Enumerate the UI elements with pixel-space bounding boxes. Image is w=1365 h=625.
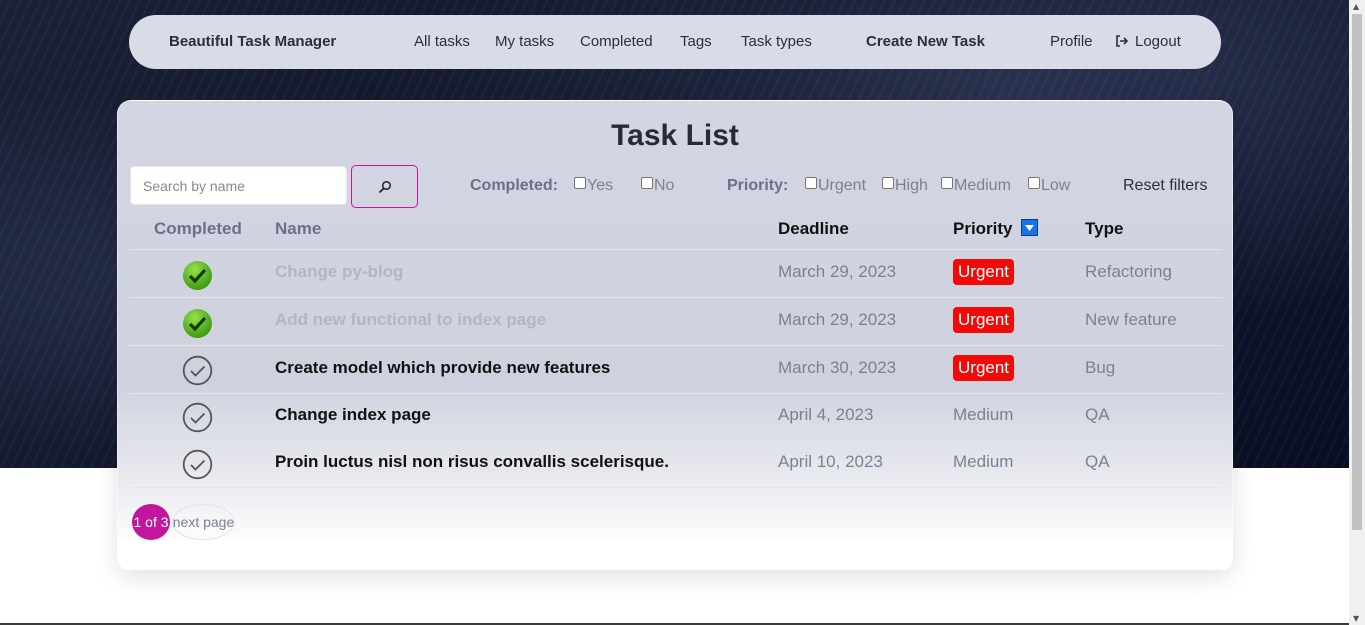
checkbox-no[interactable]: [641, 177, 653, 189]
search-input[interactable]: [130, 166, 347, 205]
column-name[interactable]: Name: [275, 219, 321, 239]
filter-completed-no[interactable]: No: [641, 177, 674, 195]
search-icon: [378, 180, 391, 193]
column-deadline[interactable]: Deadline: [778, 219, 849, 239]
task-deadline: April 10, 2023: [778, 452, 883, 471]
nav-all-tasks[interactable]: All tasks: [414, 33, 470, 50]
filter-priority-medium[interactable]: Medium: [941, 177, 1011, 195]
column-priority[interactable]: Priority: [953, 219, 1039, 239]
checkbox-urgent[interactable]: [805, 177, 817, 189]
incomplete-check-icon[interactable]: [182, 449, 213, 485]
filter-low-label: Low: [1041, 177, 1071, 194]
nav-my-tasks[interactable]: My tasks: [495, 33, 554, 50]
task-type: New feature: [1085, 310, 1177, 329]
table-divider: [129, 487, 1222, 488]
nav-profile[interactable]: Profile: [1050, 33, 1093, 50]
task-type: QA: [1085, 452, 1110, 471]
priority-filter: Priority:: [727, 177, 788, 195]
brand-link[interactable]: Beautiful Task Manager: [169, 33, 336, 50]
table-row: Proin luctus nisl non risus convallis sc…: [129, 440, 1222, 487]
priority-badge: Urgent: [953, 307, 1015, 333]
table-row: Change index page April 4, 2023 Medium Q…: [129, 393, 1222, 440]
pagination-current: 1 of 3: [132, 504, 170, 540]
task-name-link[interactable]: Create model which provide new features: [275, 358, 610, 378]
logout-label: Logout: [1135, 33, 1181, 50]
filter-medium-label: Medium: [954, 177, 1011, 194]
table-row: Add new functional to index page March 2…: [129, 297, 1222, 345]
table-row: Change py-blog March 29, 2023 Urgent Ref…: [129, 249, 1222, 297]
filter-no-label: No: [654, 177, 675, 194]
checkbox-yes[interactable]: [574, 177, 586, 189]
priority-badge: Urgent: [953, 355, 1015, 381]
column-type[interactable]: Type: [1085, 219, 1123, 239]
scrollbar[interactable]: ▲ ▼: [1349, 0, 1365, 625]
table-header: Completed Name Deadline Priority Type: [118, 219, 1232, 249]
task-deadline: April 4, 2023: [778, 405, 874, 424]
task-deadline: March 29, 2023: [778, 310, 897, 329]
filter-priority-urgent[interactable]: Urgent: [805, 177, 866, 195]
page-title: Task List: [611, 119, 739, 152]
scroll-up-icon[interactable]: ▲: [1353, 2, 1359, 11]
priority-text: Medium: [953, 452, 1014, 471]
nav-tags[interactable]: Tags: [680, 33, 712, 50]
checkbox-medium[interactable]: [941, 177, 953, 189]
table-row: Create model which provide new features …: [129, 345, 1222, 393]
pagination-next-link[interactable]: next page: [172, 504, 235, 540]
scrollbar-thumb[interactable]: [1352, 14, 1362, 530]
task-type: Bug: [1085, 358, 1116, 377]
logout-icon: [1116, 35, 1129, 47]
priority-badge: Urgent: [953, 259, 1015, 285]
task-name-link[interactable]: Proin luctus nisl non risus convallis sc…: [275, 452, 669, 472]
nav-task-types[interactable]: Task types: [741, 33, 812, 50]
filter-priority-low[interactable]: Low: [1028, 177, 1070, 195]
task-name-link[interactable]: Change py-blog: [275, 262, 403, 282]
completed-check-icon[interactable]: [182, 308, 213, 344]
completed-check-icon[interactable]: [182, 260, 213, 296]
task-deadline: March 30, 2023: [778, 358, 897, 377]
filter-completed-yes[interactable]: Yes: [574, 177, 613, 195]
filter-high-label: High: [895, 177, 928, 194]
navbar: Beautiful Task Manager All tasks My task…: [129, 15, 1221, 69]
reset-filters-link[interactable]: Reset filters: [1123, 177, 1207, 195]
column-priority-label: Priority: [953, 219, 1013, 238]
task-list-card: Task List Completed: Yes No Priority: Ur…: [117, 100, 1233, 571]
priority-filter-label: Priority:: [727, 177, 789, 194]
filter-yes-label: Yes: [587, 177, 614, 194]
filter-urgent-label: Urgent: [818, 177, 867, 194]
task-name-link[interactable]: Add new functional to index page: [275, 310, 546, 330]
task-type: Refactoring: [1085, 262, 1172, 281]
column-completed[interactable]: Completed: [154, 219, 242, 239]
logout-link[interactable]: Logout: [1115, 33, 1181, 50]
scroll-down-icon[interactable]: ▼: [1353, 614, 1359, 623]
nav-completed[interactable]: Completed: [580, 33, 653, 50]
checkbox-low[interactable]: [1028, 177, 1040, 189]
incomplete-check-icon[interactable]: [182, 402, 213, 438]
search-button[interactable]: [351, 165, 418, 208]
completed-filter: Completed:: [470, 177, 558, 195]
task-type: QA: [1085, 405, 1110, 424]
task-name-link[interactable]: Change index page: [275, 405, 431, 425]
nav-create-task[interactable]: Create New Task: [866, 33, 985, 50]
sort-down-icon[interactable]: [1021, 219, 1039, 236]
completed-filter-label: Completed:: [470, 177, 558, 194]
priority-text: Medium: [953, 405, 1014, 424]
filter-priority-high[interactable]: High: [882, 177, 928, 195]
checkbox-high[interactable]: [882, 177, 894, 189]
incomplete-check-icon[interactable]: [182, 355, 213, 391]
task-deadline: March 29, 2023: [778, 262, 897, 281]
